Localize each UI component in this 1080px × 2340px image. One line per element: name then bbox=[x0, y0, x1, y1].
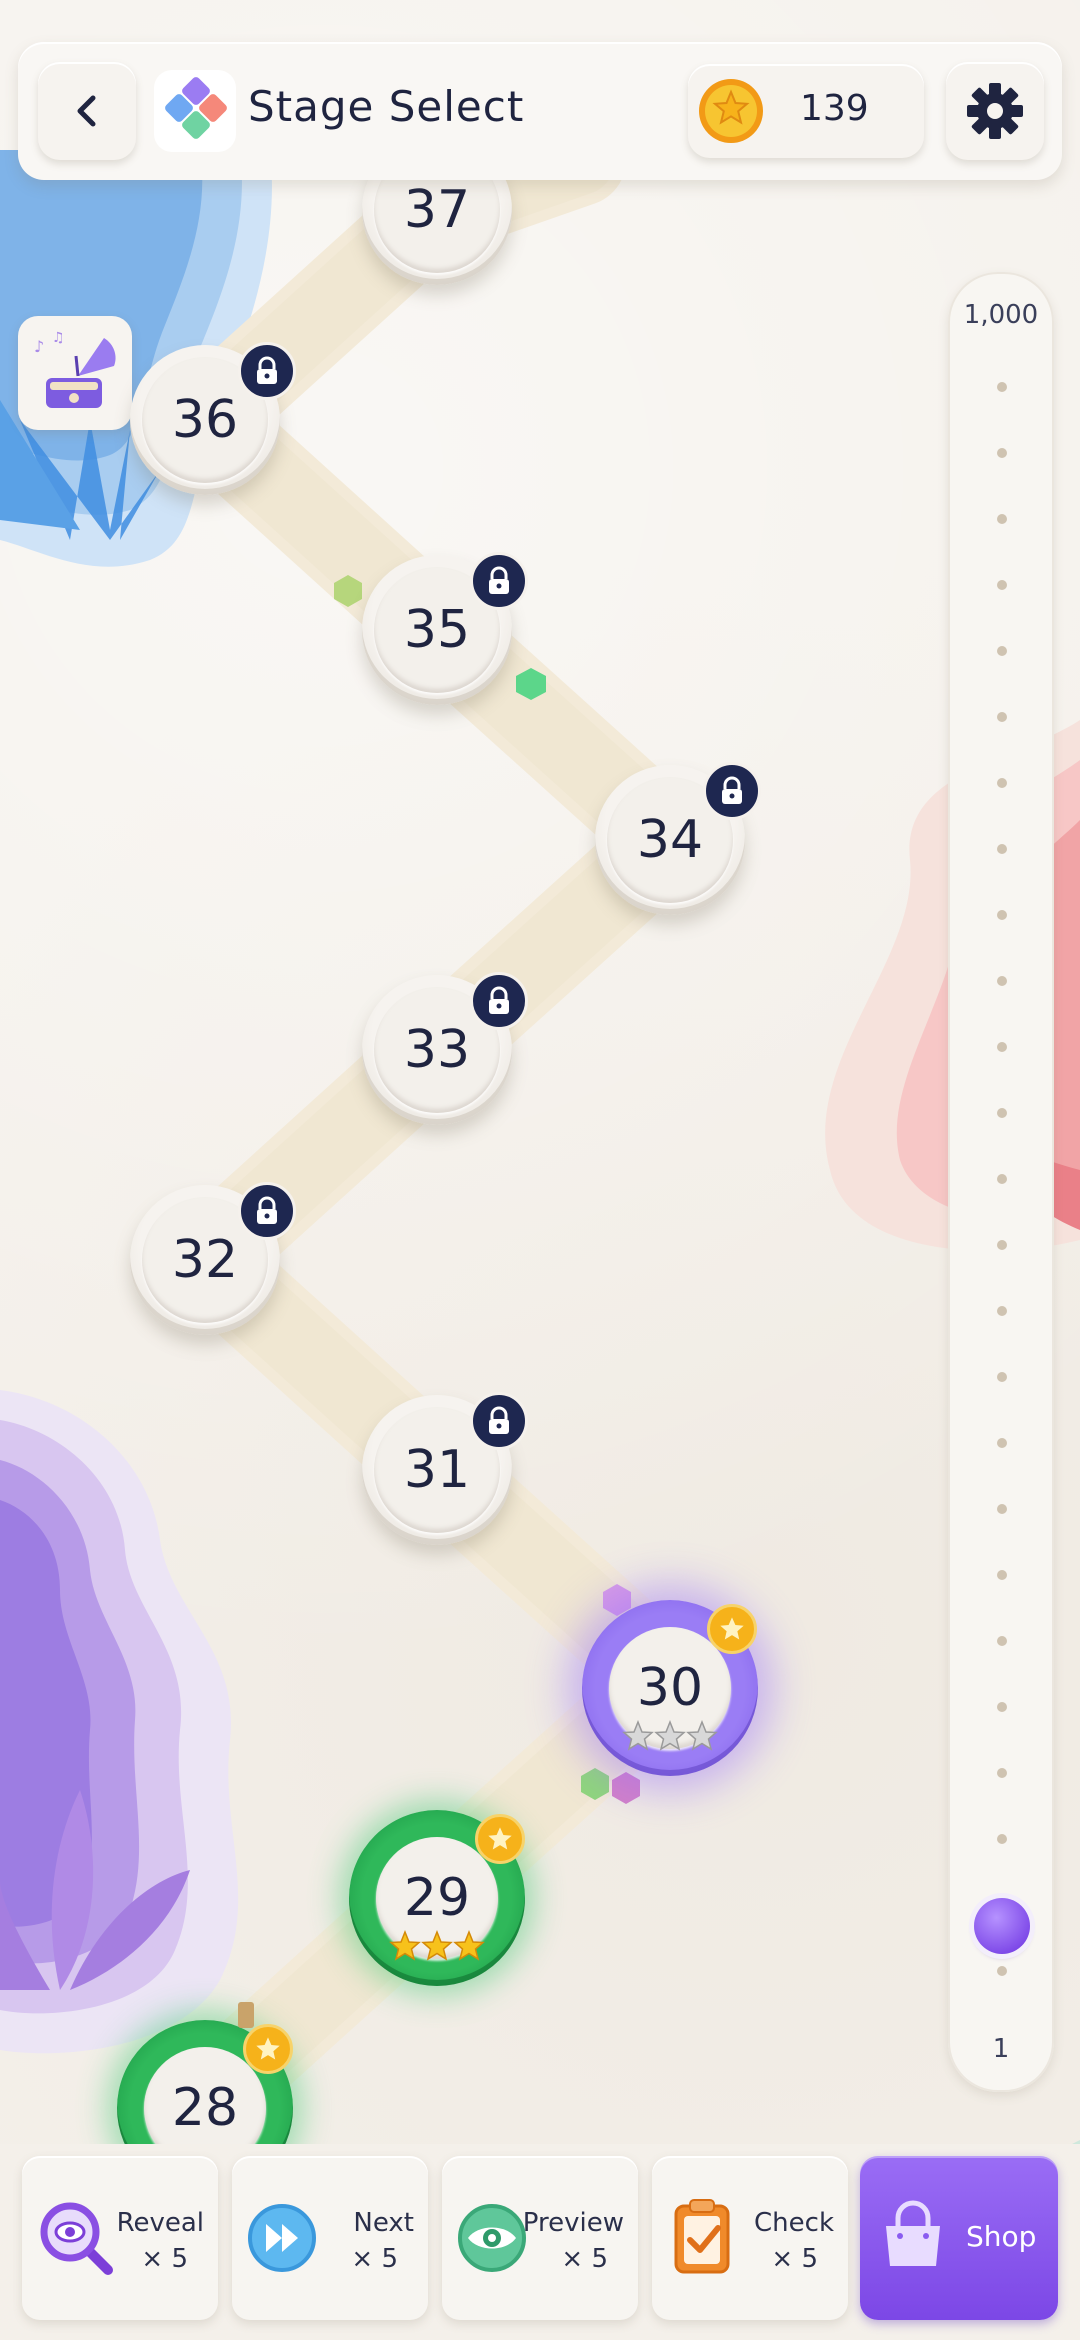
rail-min-label: 1 bbox=[992, 2034, 1010, 2064]
star-badge-icon bbox=[707, 1604, 757, 1654]
rail-tick bbox=[997, 1966, 1007, 1976]
settings-button[interactable] bbox=[946, 62, 1044, 160]
svg-text:♫: ♫ bbox=[52, 330, 65, 346]
rail-tick bbox=[997, 448, 1007, 458]
tool-bar: Reveal × 5 Next × 5 Preview × 5 Check × … bbox=[0, 2144, 1080, 2340]
tool-count: × 5 bbox=[351, 2244, 398, 2274]
rail-tick bbox=[997, 382, 1007, 392]
rail-tick bbox=[997, 1834, 1007, 1844]
next-tool-button[interactable]: Next × 5 bbox=[232, 2156, 428, 2320]
diamond-tiles-icon bbox=[165, 77, 227, 139]
coin-balance[interactable]: 139 bbox=[688, 64, 924, 158]
stage-map-art bbox=[0, 114, 1080, 2170]
rail-tick bbox=[997, 1042, 1007, 1052]
rail-tick bbox=[997, 712, 1007, 722]
lock-icon bbox=[238, 342, 296, 400]
rail-tick bbox=[997, 1240, 1007, 1250]
clipboard-check-icon bbox=[674, 2199, 730, 2274]
star-badge-icon bbox=[475, 1814, 525, 1864]
preview-tool-button[interactable]: Preview × 5 bbox=[442, 2156, 638, 2320]
tool-count: × 5 bbox=[561, 2244, 608, 2274]
shopping-bag-icon bbox=[886, 2200, 940, 2266]
rail-tick bbox=[997, 646, 1007, 656]
rail-tick bbox=[997, 514, 1007, 524]
reveal-tool-button[interactable]: Reveal × 5 bbox=[22, 2156, 218, 2320]
purple-paper-decoration bbox=[0, 1390, 239, 2054]
lock-icon bbox=[238, 1182, 296, 1240]
gear-icon bbox=[967, 83, 1023, 139]
tool-count: × 5 bbox=[771, 2244, 818, 2274]
rail-tick bbox=[997, 1570, 1007, 1580]
rail-tick bbox=[997, 580, 1007, 590]
back-button[interactable] bbox=[38, 62, 136, 160]
rail-tick bbox=[997, 1768, 1007, 1778]
music-collection-button[interactable]: ♪ ♫ bbox=[18, 316, 132, 430]
rail-tick bbox=[997, 1702, 1007, 1712]
lock-icon bbox=[470, 1392, 528, 1450]
lock-icon bbox=[470, 972, 528, 1030]
rail-tick bbox=[997, 1108, 1007, 1118]
rail-tick bbox=[997, 976, 1007, 986]
tool-count: × 5 bbox=[141, 2244, 188, 2274]
magnifier-eye-icon bbox=[40, 2202, 113, 2275]
star-rating-full bbox=[389, 1930, 485, 1964]
top-bar: Stage Select 139 bbox=[18, 42, 1062, 180]
page-title: Stage Select bbox=[248, 82, 525, 131]
level-progress-rail[interactable]: 1,000 1 bbox=[948, 272, 1054, 2092]
rail-tick bbox=[997, 1174, 1007, 1184]
coin-count: 139 bbox=[800, 88, 869, 129]
chevron-left-icon bbox=[77, 95, 96, 127]
fast-forward-icon bbox=[248, 2204, 316, 2272]
shop-label: Shop bbox=[966, 2220, 1037, 2253]
tool-label: Reveal bbox=[116, 2208, 204, 2238]
rail-tick bbox=[997, 1372, 1007, 1382]
coin-icon bbox=[699, 79, 763, 143]
gramophone-icon: ♪ ♫ bbox=[34, 330, 116, 408]
rail-tick bbox=[997, 778, 1007, 788]
tool-label: Preview bbox=[522, 2208, 624, 2238]
star-rating-empty bbox=[622, 1720, 718, 1754]
tool-label: Check bbox=[754, 2208, 834, 2238]
shop-button[interactable]: Shop bbox=[860, 2156, 1058, 2320]
check-tool-button[interactable]: Check × 5 bbox=[652, 2156, 848, 2320]
rail-tick bbox=[997, 1306, 1007, 1316]
rail-tick bbox=[997, 1504, 1007, 1514]
rail-tick bbox=[997, 910, 1007, 920]
rail-tick bbox=[997, 1438, 1007, 1448]
tool-label: Next bbox=[353, 2208, 414, 2238]
app-logo bbox=[154, 70, 236, 152]
rail-tick bbox=[997, 1636, 1007, 1646]
star-badge-icon bbox=[243, 2024, 293, 2074]
rail-tick bbox=[997, 844, 1007, 854]
lock-icon bbox=[703, 762, 761, 820]
rail-thumb-handle[interactable] bbox=[974, 1898, 1030, 1954]
lock-icon bbox=[470, 552, 528, 610]
rail-max-label: 1,000 bbox=[963, 300, 1039, 330]
svg-text:♪: ♪ bbox=[34, 337, 44, 356]
flag-marker bbox=[238, 2002, 254, 2028]
